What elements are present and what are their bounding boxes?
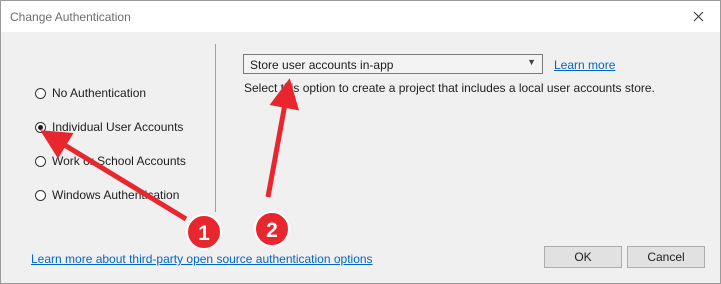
annotation-badge-2: 2 (254, 211, 290, 247)
annotation-arrow-1 (40, 130, 188, 222)
annotation-badge-1: 1 (186, 214, 222, 250)
svg-text:2: 2 (266, 219, 278, 242)
change-authentication-dialog: Change Authentication No Authentication … (0, 0, 721, 284)
annotation-overlay: 1 2 (40, 78, 300, 250)
annotation-arrow-2 (265, 78, 300, 198)
svg-text:1: 1 (198, 222, 210, 245)
